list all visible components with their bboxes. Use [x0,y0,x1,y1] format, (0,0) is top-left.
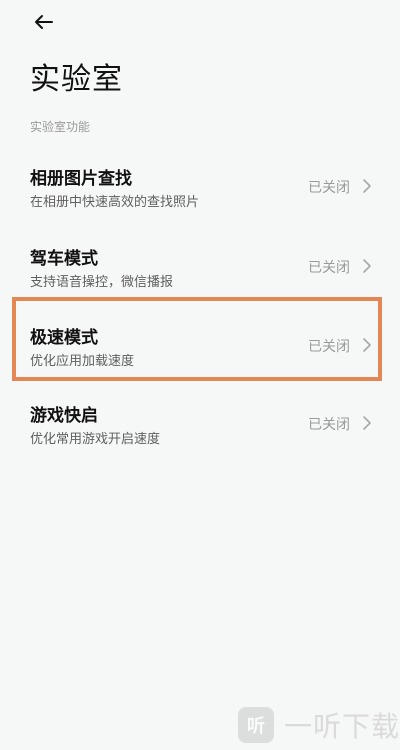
chevron-right-icon [363,259,371,273]
item-title: 极速模式 [30,328,98,348]
watermark-text: 一听下载 [284,710,400,743]
watermark: 听 一听下载 [238,705,400,745]
back-button[interactable] [30,8,58,36]
item-subtitle: 优化常用游戏开启速度 [30,432,161,447]
item-title: 相册图片查找 [30,169,132,189]
item-subtitle: 支持语音操控，微信播报 [30,275,174,290]
settings-item-game-quick-start[interactable]: 游戏快启 优化常用游戏开启速度 已关闭 [0,389,400,461]
item-title: 驾车模式 [30,249,98,269]
status-text: 已关闭 [308,260,350,276]
chevron-right-icon [363,179,371,193]
item-title: 游戏快启 [30,406,98,426]
chevron-right-icon [363,338,371,352]
watermark-logo: 听 [238,707,274,743]
section-label: 实验室功能 [30,120,91,134]
status-text: 已关闭 [308,339,350,355]
item-subtitle: 优化应用加载速度 [30,354,135,369]
chevron-right-icon [363,416,371,430]
page-title: 实验室 [30,62,123,97]
settings-item-speed-mode[interactable]: 极速模式 优化应用加载速度 已关闭 [0,311,400,383]
settings-item-driving-mode[interactable]: 驾车模式 支持语音操控，微信播报 已关闭 [0,232,400,304]
item-subtitle: 在相册中快速高效的查找照片 [30,195,200,210]
status-text: 已关闭 [308,417,350,433]
back-arrow-icon [35,15,53,29]
settings-item-photo-search[interactable]: 相册图片查找 在相册中快速高效的查找照片 已关闭 [0,152,400,224]
status-text: 已关闭 [308,180,350,196]
